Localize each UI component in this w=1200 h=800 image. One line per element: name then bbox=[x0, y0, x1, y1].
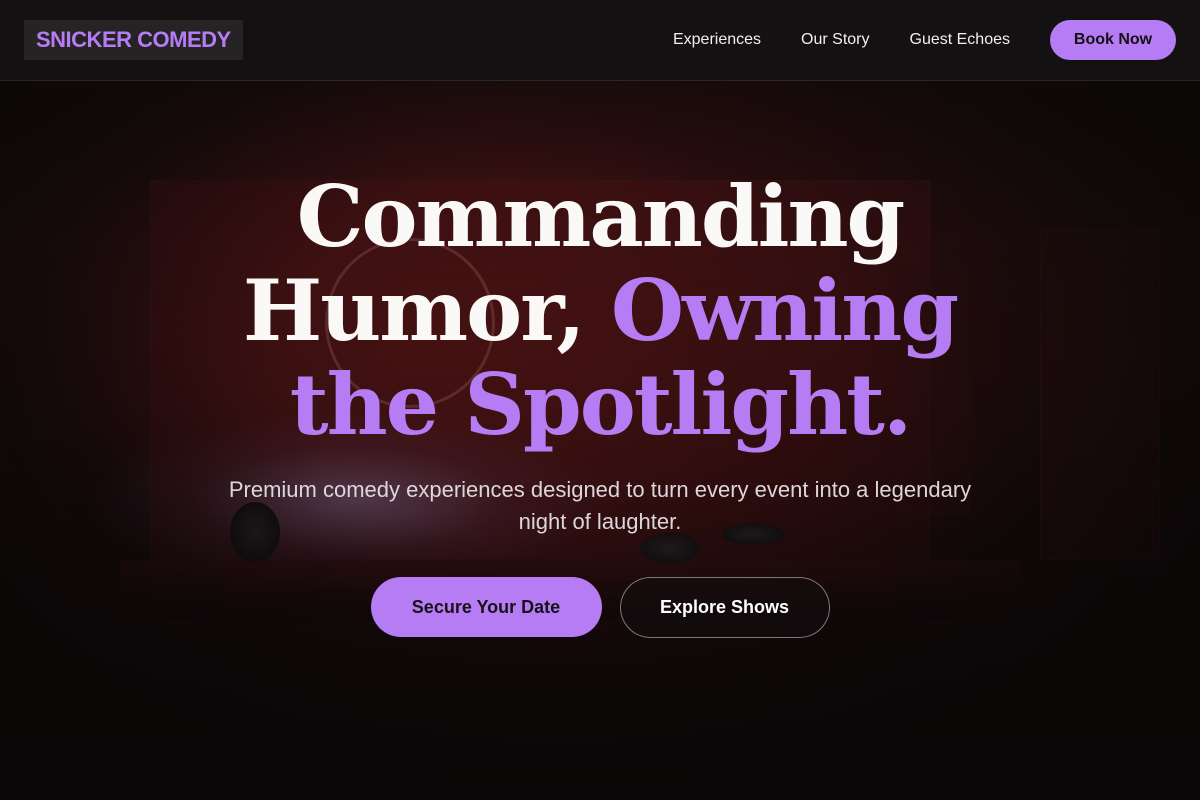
nav-link-our-story[interactable]: Our Story bbox=[801, 31, 869, 49]
hero-title-line2-plain: Humor, bbox=[242, 261, 586, 360]
top-navbar: SNICKER COMEDY Experiences Our Story Gue… bbox=[0, 0, 1200, 81]
nav-link-experiences[interactable]: Experiences bbox=[673, 31, 761, 49]
brand-logo[interactable]: SNICKER COMEDY bbox=[24, 20, 243, 60]
hero-title-line1: Commanding bbox=[296, 167, 906, 266]
explore-shows-button[interactable]: Explore Shows bbox=[619, 577, 830, 638]
book-now-button[interactable]: Book Now bbox=[1050, 20, 1176, 60]
hero-cta-row: Secure Your Date Explore Shows bbox=[0, 577, 1200, 638]
nav-links: Experiences Our Story Guest Echoes bbox=[673, 0, 1010, 80]
hero-title-line2-accent: Owning bbox=[610, 261, 959, 360]
secure-your-date-button[interactable]: Secure Your Date bbox=[370, 577, 602, 637]
nav-link-guest-echoes[interactable]: Guest Echoes bbox=[910, 31, 1011, 49]
hero-title-line3-accent: the Spotlight. bbox=[289, 355, 912, 454]
hero-subtitle: Premium comedy experiences designed to t… bbox=[228, 477, 972, 534]
hero-title: Commanding Humor, Owning the Spotlight. bbox=[0, 170, 1200, 452]
